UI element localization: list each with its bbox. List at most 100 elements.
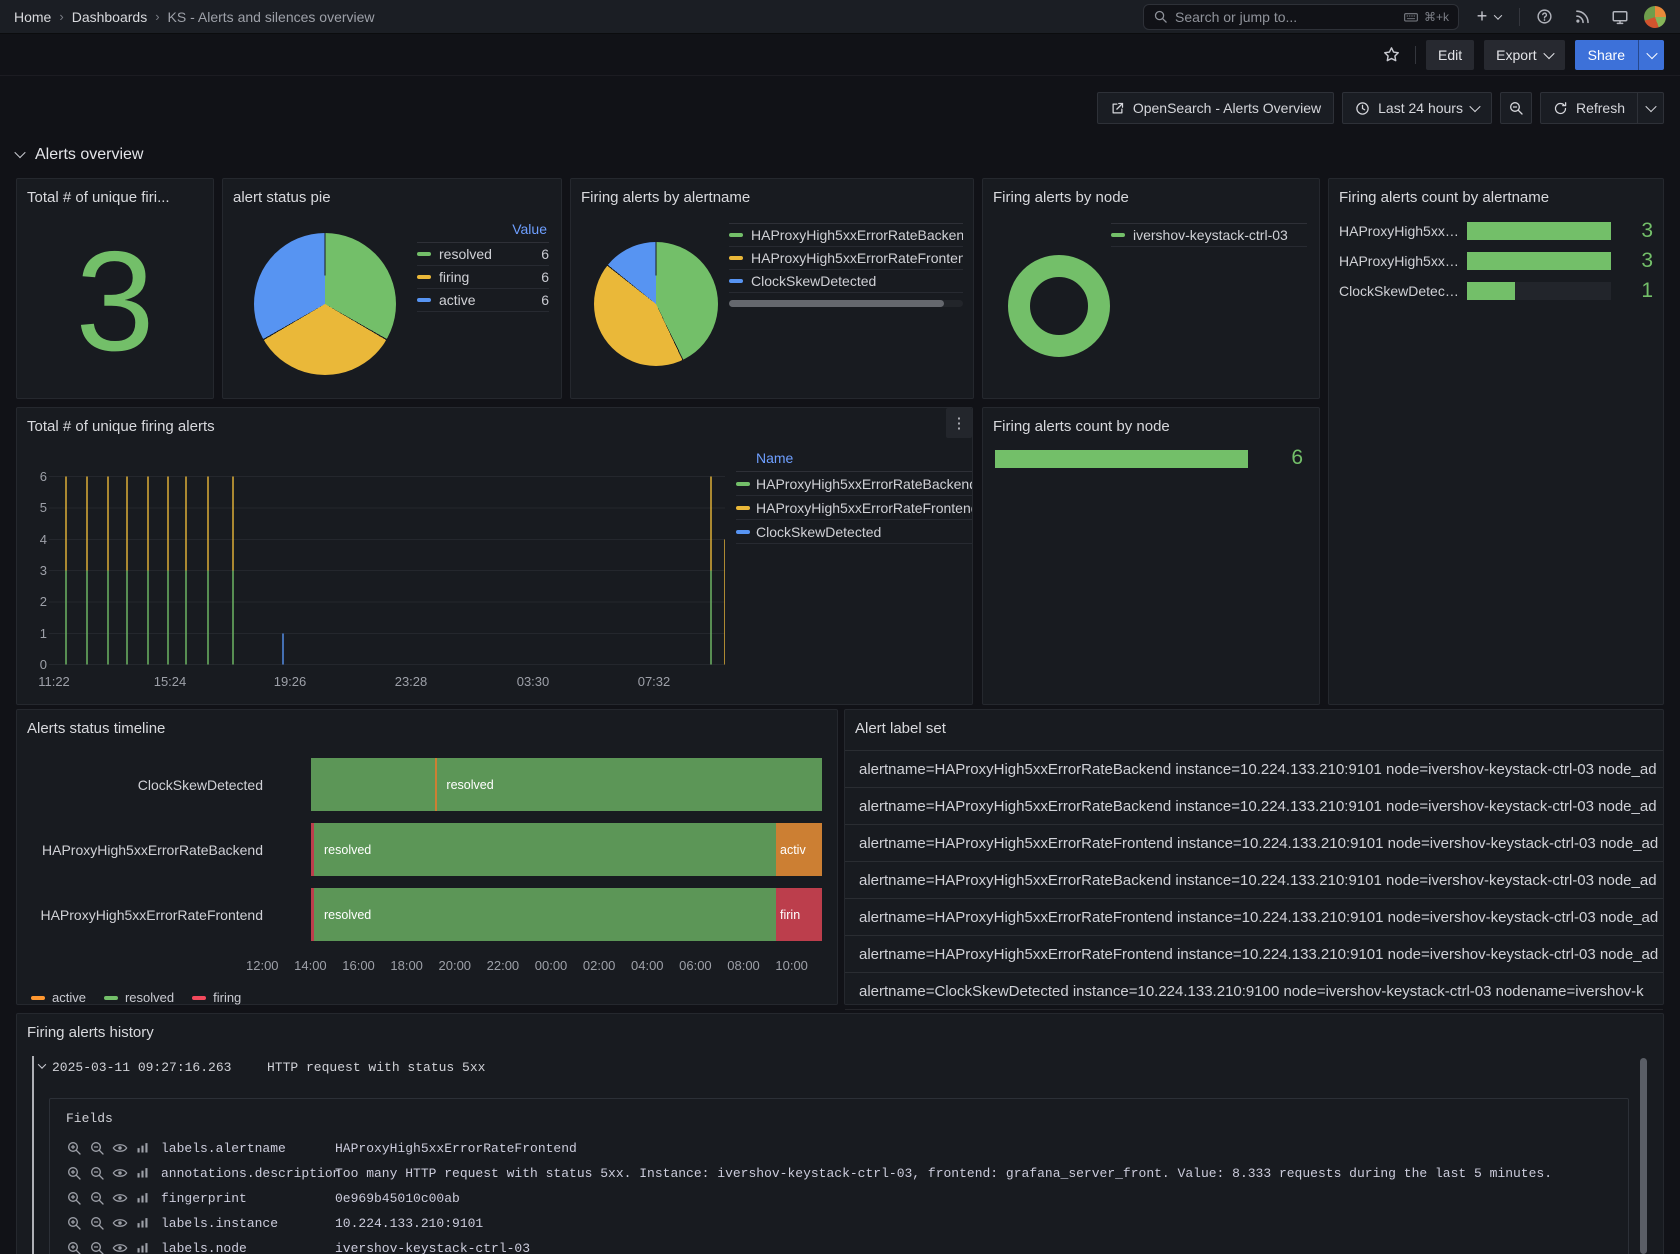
legend-item[interactable]: HAProxyHigh5xxErrorRateBackend: [729, 224, 963, 247]
legend-value-header[interactable]: Value: [417, 221, 549, 243]
time-range-button[interactable]: Last 24 hours: [1342, 92, 1492, 124]
breadcrumb-home[interactable]: Home: [14, 9, 51, 25]
log-line[interactable]: alertname=HAProxyHigh5xxErrorRateBackend…: [845, 862, 1663, 899]
bar-fill[interactable]: [995, 450, 1248, 468]
legend-item-resolved[interactable]: resolved 6: [417, 243, 549, 266]
user-avatar[interactable]: [1644, 6, 1666, 28]
pie-chart[interactable]: [594, 242, 718, 366]
legend-item-active[interactable]: active: [31, 990, 86, 1005]
timeseries-plot[interactable]: [49, 476, 725, 666]
news-button[interactable]: [1568, 2, 1596, 32]
breadcrumb-dashboards[interactable]: Dashboards: [72, 9, 148, 25]
legend-item[interactable]: ivershov-keystack-ctrl-03: [1111, 224, 1307, 247]
pie-legend: Value resolved 6 firing 6 active 6: [417, 221, 549, 312]
legend-name-header[interactable]: Name: [736, 450, 972, 472]
log-entry[interactable]: 2025-03-11 09:27:16.263 HTTP request wit…: [39, 1056, 1623, 1078]
bar-gauge-row[interactable]: HAProxyHigh5xxE... 3: [1339, 222, 1653, 240]
log-line[interactable]: alertname=HAProxyHigh5xxErrorRateBackend…: [845, 788, 1663, 825]
panel-title[interactable]: Total # of unique firi...: [27, 189, 203, 206]
state-segment-resolved[interactable]: [311, 758, 822, 811]
scrollbar-thumb[interactable]: [1640, 1058, 1647, 1254]
timeline-row[interactable]: resolved: [311, 758, 822, 811]
timeline-row[interactable]: resolved firin: [311, 888, 822, 941]
share-dropdown-button[interactable]: [1638, 40, 1664, 70]
legend-item[interactable]: ClockSkewDetected: [736, 520, 972, 544]
zoom-out-button[interactable]: [1500, 92, 1532, 124]
chevron-down-icon: [14, 147, 25, 158]
timeline-row[interactable]: resolved activ: [311, 823, 822, 876]
panel-title[interactable]: alert status pie: [233, 189, 551, 206]
search-input[interactable]: Search or jump to... ⌘+k: [1143, 4, 1459, 30]
state-segment-active-brief[interactable]: [435, 758, 437, 811]
field-stats-icon[interactable]: [135, 1240, 150, 1254]
bar-gauge-row[interactable]: HAProxyHigh5xxE... 3: [1339, 252, 1653, 270]
filter-out-value-icon[interactable]: [89, 1165, 105, 1181]
help-button[interactable]: [1530, 2, 1558, 32]
panel-title[interactable]: Alerts status timeline: [27, 720, 827, 737]
field-stats-icon[interactable]: [135, 1215, 150, 1230]
toggle-visibility-icon[interactable]: [112, 1190, 128, 1206]
panel-title[interactable]: Alert label set: [855, 720, 1653, 737]
display-button[interactable]: [1606, 2, 1634, 32]
toggle-visibility-icon[interactable]: [112, 1240, 128, 1254]
star-button[interactable]: [1377, 41, 1405, 69]
legend-item-firing[interactable]: firing 6: [417, 266, 549, 289]
filter-for-value-icon[interactable]: [66, 1190, 82, 1206]
legend-item[interactable]: HAProxyHigh5xxErrorRateBackend: [736, 472, 972, 496]
refresh-interval-button[interactable]: [1638, 92, 1664, 124]
panel-title[interactable]: Total # of unique firing alerts: [27, 418, 936, 435]
log-line[interactable]: alertname=ClockSkewDetected instance=10.…: [845, 973, 1663, 1010]
toggle-visibility-icon[interactable]: [112, 1215, 128, 1231]
toggle-visibility-icon[interactable]: [112, 1140, 128, 1156]
panel-title[interactable]: Firing alerts by alertname: [581, 189, 963, 206]
donut-chart[interactable]: [1008, 255, 1110, 357]
legend-item[interactable]: HAProxyHigh5xxErrorRateFrontend: [729, 247, 963, 270]
field-stats-icon[interactable]: [135, 1140, 150, 1155]
state-segment-resolved[interactable]: resolved: [314, 823, 776, 876]
opensearch-link-button[interactable]: OpenSearch - Alerts Overview: [1097, 92, 1334, 124]
section-alerts-overview[interactable]: Alerts overview: [16, 146, 143, 164]
legend-item-resolved[interactable]: resolved: [104, 990, 174, 1005]
pie-chart[interactable]: [254, 233, 396, 375]
state-segment-resolved[interactable]: resolved: [314, 888, 776, 941]
filter-for-value-icon[interactable]: [66, 1140, 82, 1156]
filter-for-value-icon[interactable]: [66, 1165, 82, 1181]
legend-item-active[interactable]: active 6: [417, 289, 549, 312]
log-timestamp: 2025-03-11 09:27:16.263: [52, 1060, 231, 1075]
x-tick: 19:26: [274, 674, 307, 689]
filter-out-value-icon[interactable]: [89, 1240, 105, 1254]
log-line[interactable]: alertname=HAProxyHigh5xxErrorRateFronten…: [845, 825, 1663, 862]
filter-out-value-icon[interactable]: [89, 1215, 105, 1231]
panel-menu-button[interactable]: ⋮: [946, 408, 972, 438]
log-line[interactable]: alertname=HAProxyHigh5xxErrorRateFronten…: [845, 936, 1663, 973]
legend-item[interactable]: ClockSkewDetected: [729, 270, 963, 293]
export-button[interactable]: Export: [1484, 40, 1564, 70]
series-color-dash: [104, 996, 118, 1000]
legend-scrollbar[interactable]: [729, 300, 963, 307]
filter-out-value-icon[interactable]: [89, 1190, 105, 1206]
x-tick: 12:00: [246, 958, 279, 973]
add-button[interactable]: +: [1469, 2, 1509, 32]
refresh-button[interactable]: Refresh: [1540, 92, 1638, 124]
field-stats-icon[interactable]: [135, 1165, 150, 1180]
legend-item[interactable]: HAProxyHigh5xxErrorRateFrontend: [736, 496, 972, 520]
edit-button[interactable]: Edit: [1426, 40, 1474, 70]
log-line[interactable]: alertname=HAProxyHigh5xxErrorRateBackend…: [845, 750, 1663, 788]
panel-title[interactable]: Firing alerts by node: [993, 189, 1309, 206]
state-segment-active[interactable]: activ: [776, 823, 822, 876]
panel-title[interactable]: Firing alerts count by alertname: [1339, 189, 1653, 206]
series-color-dash: [729, 233, 743, 237]
field-stats-icon[interactable]: [135, 1190, 150, 1205]
filter-out-value-icon[interactable]: [89, 1140, 105, 1156]
panel-title[interactable]: Firing alerts history: [27, 1024, 1653, 1041]
state-segment-firing[interactable]: firin: [776, 888, 822, 941]
filter-for-value-icon[interactable]: [66, 1215, 82, 1231]
filter-for-value-icon[interactable]: [66, 1240, 82, 1254]
share-button[interactable]: Share: [1575, 40, 1638, 70]
panel-title[interactable]: Firing alerts count by node: [993, 418, 1309, 435]
toggle-visibility-icon[interactable]: [112, 1165, 128, 1181]
legend-item-firing[interactable]: firing: [192, 990, 241, 1005]
log-line[interactable]: alertname=HAProxyHigh5xxErrorRateFronten…: [845, 899, 1663, 936]
scrollbar-thumb[interactable]: [729, 300, 944, 307]
bar-gauge-row[interactable]: ClockSkewDetected 1: [1339, 282, 1653, 300]
